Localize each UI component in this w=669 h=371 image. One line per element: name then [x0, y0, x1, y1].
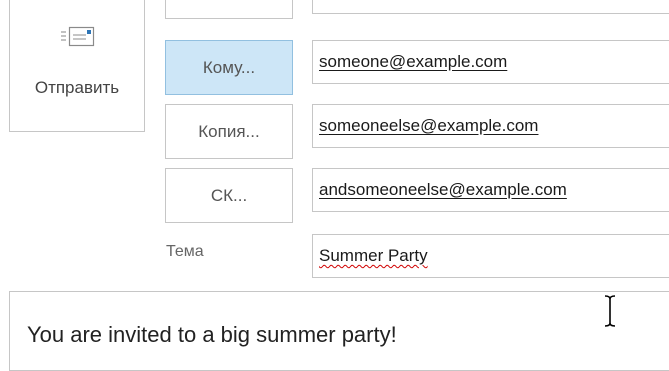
from-field[interactable] [312, 0, 669, 14]
subject-value: Summer Party [319, 246, 428, 265]
subject-field[interactable]: Summer Party [312, 234, 669, 278]
cc-recipient[interactable]: someoneelse@example.com [319, 116, 538, 136]
from-button[interactable] [165, 0, 293, 19]
message-body-text: You are invited to a big summer party! [27, 322, 397, 347]
send-button[interactable]: Отправить [9, 0, 145, 132]
to-field[interactable]: someone@example.com [312, 40, 669, 84]
to-button[interactable]: Кому... [165, 40, 293, 95]
bcc-field[interactable]: andsomeoneelse@example.com [312, 168, 669, 212]
send-label: Отправить [34, 78, 120, 97]
to-recipient[interactable]: someone@example.com [319, 52, 507, 72]
bcc-button[interactable]: СК... [165, 168, 293, 223]
message-body[interactable]: You are invited to a big summer party! [9, 291, 669, 371]
cc-button[interactable]: Копия... [165, 104, 293, 159]
cc-field[interactable]: someoneelse@example.com [312, 104, 669, 148]
text-cursor-icon [604, 295, 616, 327]
bcc-recipient[interactable]: andsomeoneelse@example.com [319, 180, 567, 200]
subject-label: Тема [166, 243, 204, 260]
send-envelope-icon [61, 26, 95, 47]
